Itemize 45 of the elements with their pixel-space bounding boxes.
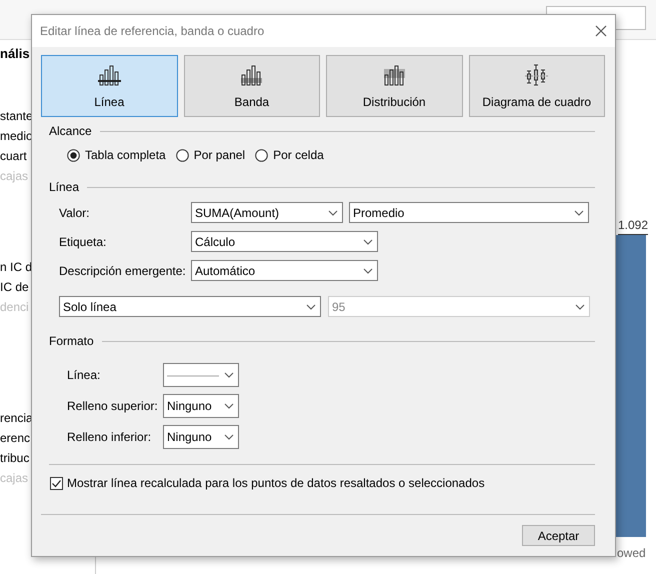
dropdown[interactable]: Promedio: [349, 202, 589, 223]
section-heading: Alcance: [49, 123, 92, 140]
chevron-icon: [328, 210, 338, 216]
dialog-title: Editar línea de referencia, banda o cuadro: [40, 23, 264, 40]
close-icon[interactable]: [595, 25, 607, 37]
checkbox[interactable]: [50, 476, 63, 490]
radio-label[interactable]: Por celda: [273, 146, 324, 164]
chevron-icon: [306, 304, 316, 310]
tab[interactable]: Banda: [184, 55, 320, 117]
axis-label: owed: [617, 545, 646, 562]
field-label: Etiqueta:: [59, 234, 108, 250]
box-plot-icon: [523, 63, 550, 87]
radio-button[interactable]: [176, 148, 189, 162]
chevron-icon: [575, 304, 585, 310]
field-label: Descripción emergente:: [59, 262, 187, 280]
checkbox-label: Mostrar línea recalculada para los puntos de datos resaltados o seleccionados: [67, 475, 485, 492]
field-label: Valor:: [59, 204, 90, 222]
dropdown[interactable]: Solo línea: [59, 296, 321, 317]
tab[interactable]: Diagrama de cuadro: [468, 55, 605, 117]
chevron-icon: [224, 434, 234, 440]
chevron-icon: [363, 238, 373, 244]
radio-label[interactable]: Por panel: [194, 146, 246, 164]
radio-button[interactable]: [67, 148, 80, 162]
tab[interactable]: Distribución: [326, 55, 462, 117]
line-style-icon: [167, 374, 219, 378]
tab[interactable]: Línea: [41, 55, 178, 117]
section-heading: Línea: [49, 179, 80, 196]
dropdown[interactable]: Ninguno: [163, 425, 239, 449]
accept-button[interactable]: Aceptar: [522, 525, 595, 546]
field-label: Relleno superior:: [67, 398, 159, 415]
dropdown[interactable]: SUMA(Amount): [191, 202, 343, 223]
bar-chart-line-icon: [96, 63, 123, 87]
dropdown[interactable]: Automático: [191, 260, 378, 281]
radio-label[interactable]: Tabla completa: [85, 146, 166, 164]
dropdown[interactable]: [163, 363, 239, 387]
field-label: Línea:: [67, 367, 102, 384]
field-label: Relleno inferior:: [67, 429, 152, 446]
chevron-icon: [224, 403, 234, 409]
chevron-icon: [574, 210, 584, 216]
chevron-icon: [363, 268, 373, 274]
section-heading: Formato: [49, 333, 94, 350]
chevron-icon: [224, 372, 234, 378]
radio-button[interactable]: [255, 148, 268, 162]
dropdown[interactable]: Cálculo: [191, 231, 378, 252]
dropdown[interactable]: Ninguno: [163, 394, 239, 418]
